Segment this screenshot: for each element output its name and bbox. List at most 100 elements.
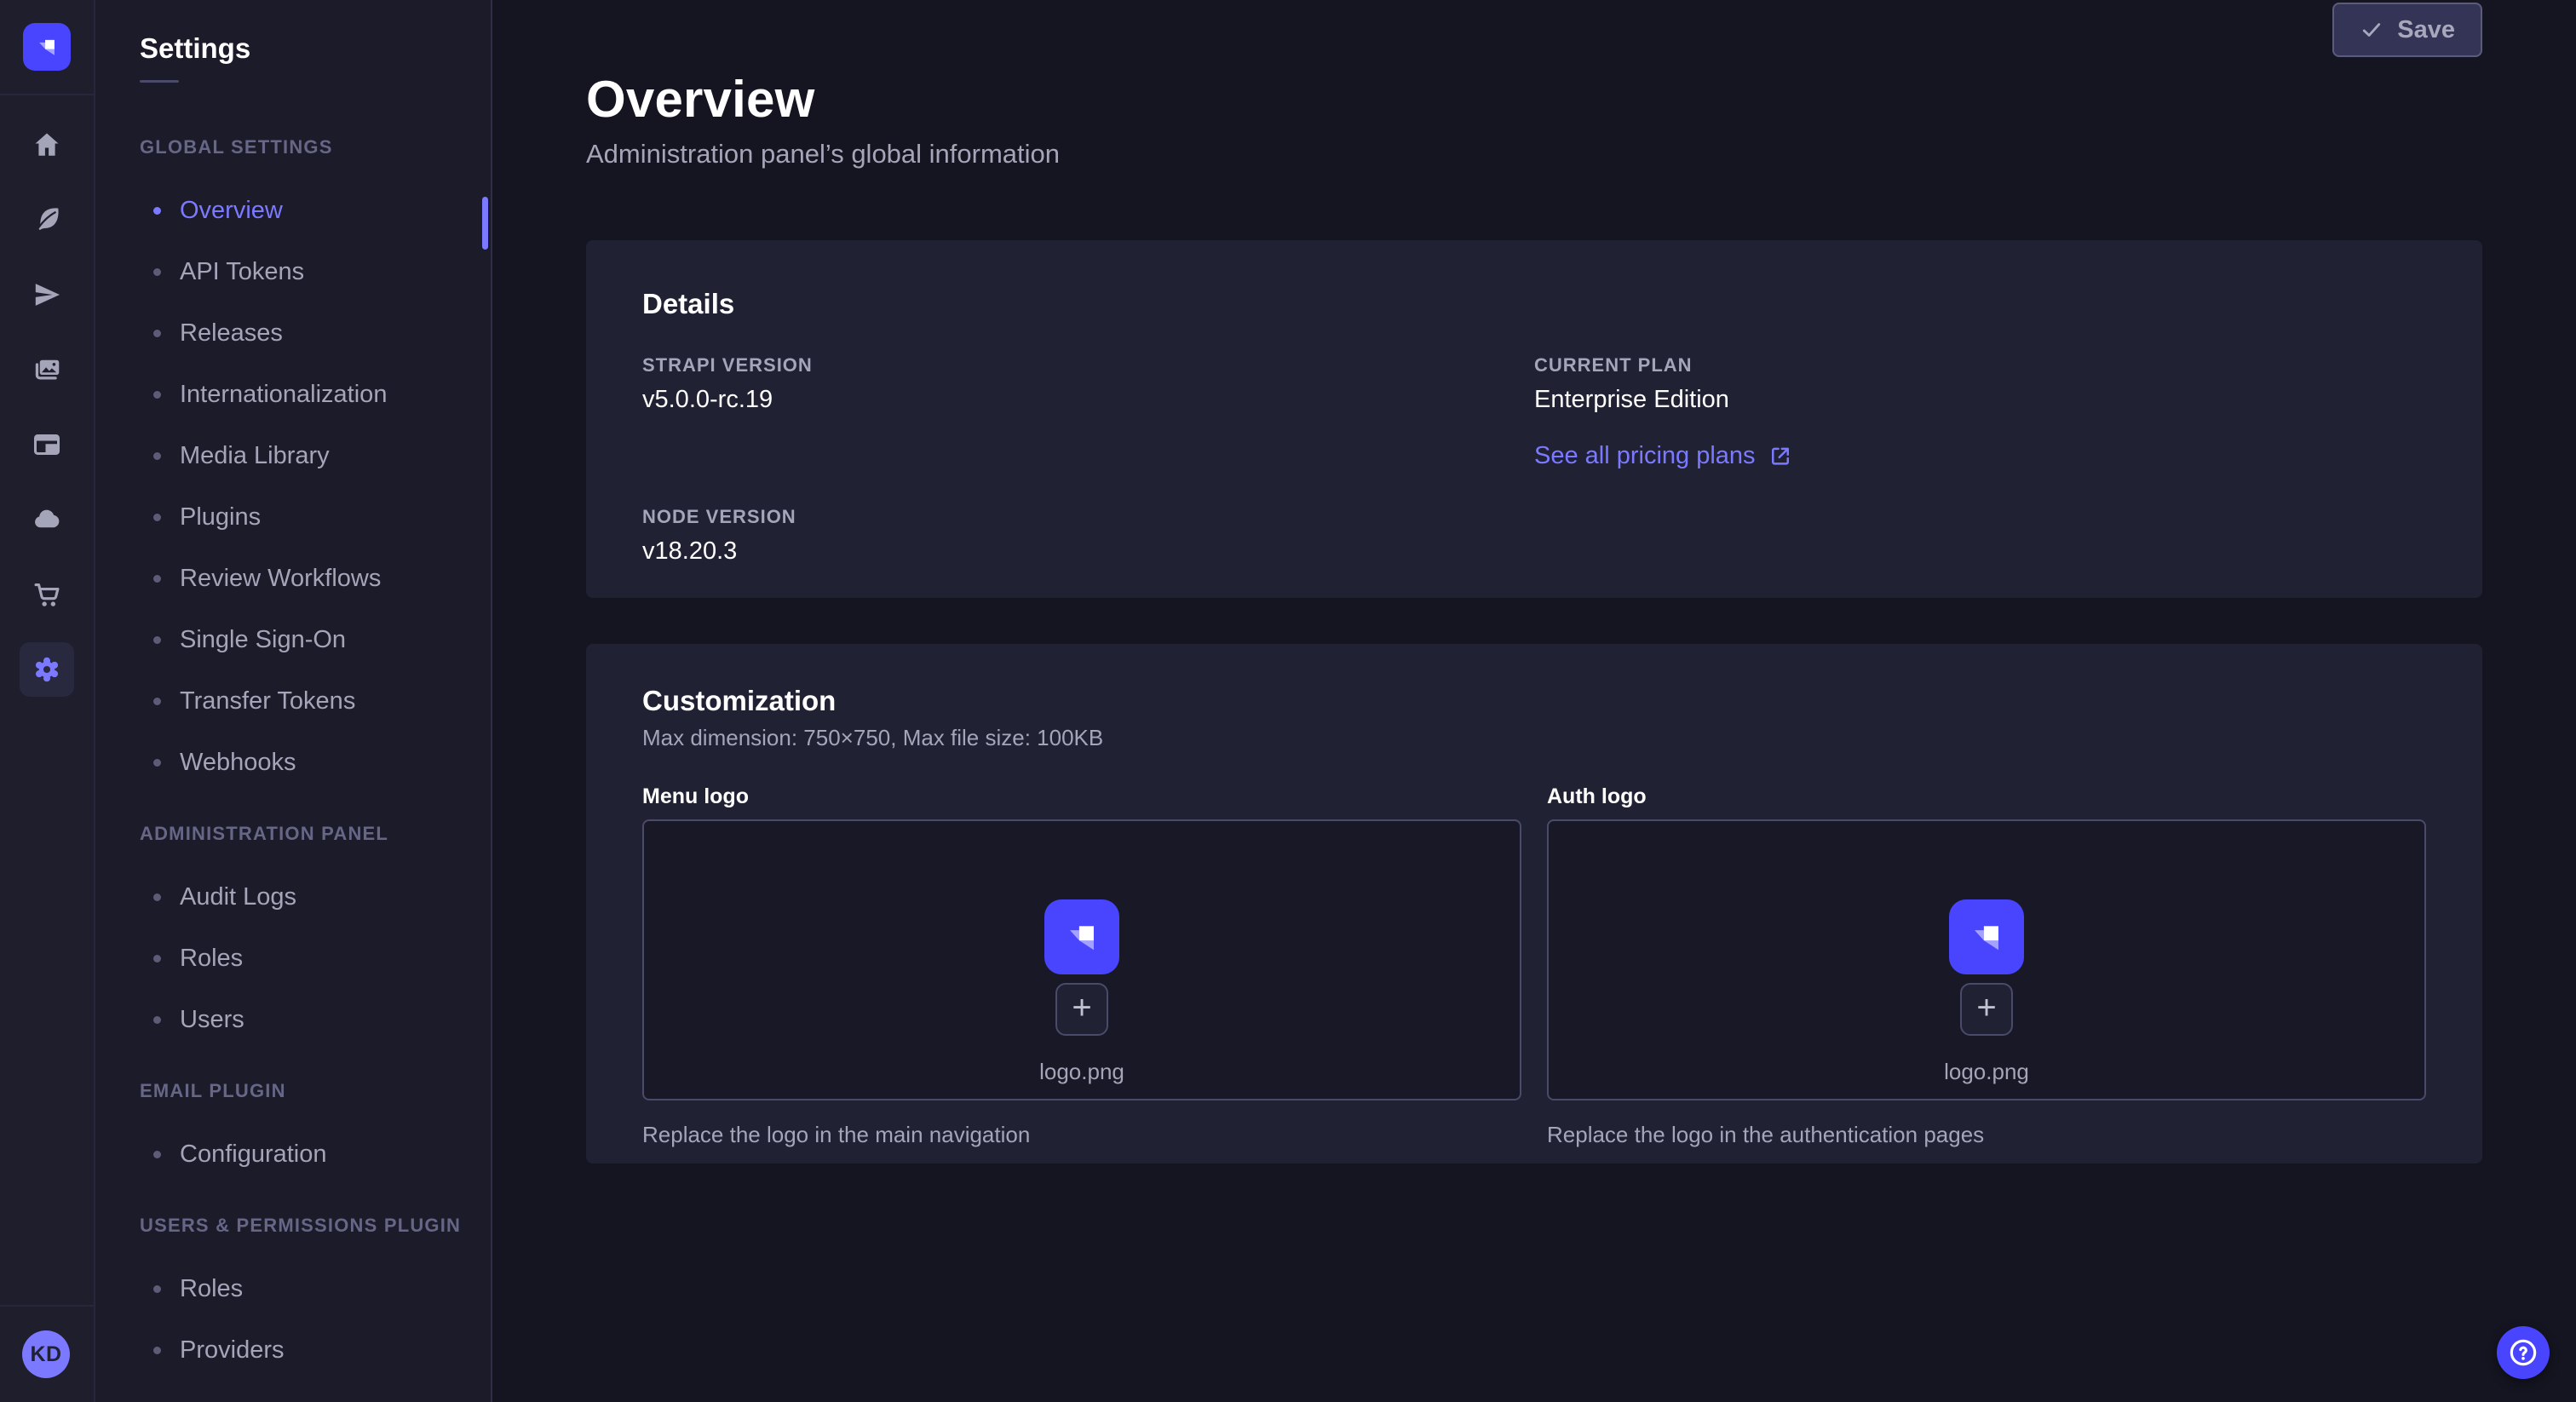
sidebar-item-admin-users[interactable]: Users <box>95 989 491 1050</box>
bullet-icon <box>153 391 161 399</box>
logo-uploads: Menu logo + logo.png Replace the logo <box>642 784 2426 1148</box>
auth-logo-label: Auth logo <box>1547 784 2426 809</box>
item-label: Configuration <box>180 1141 327 1169</box>
sidebar-item-email-configuration[interactable]: Configuration <box>95 1123 491 1185</box>
menu-logo-dropzone: + logo.png <box>642 819 1521 1100</box>
menu-logo-hint: Replace the logo in the main navigation <box>642 1121 1521 1148</box>
item-label: Audit Logs <box>180 883 296 911</box>
sidebar-item-admin-roles[interactable]: Roles <box>95 928 491 989</box>
item-label: Users <box>180 1006 244 1034</box>
main-content: Overview Administration panel’s global i… <box>492 0 2576 1402</box>
feather-icon <box>32 204 62 235</box>
menu-logo-add-button[interactable]: + <box>1055 983 1108 1036</box>
bullet-icon <box>153 207 161 215</box>
sidebar-item-up-providers[interactable]: Providers <box>95 1319 491 1381</box>
sidebar-item-review-workflows[interactable]: Review Workflows <box>95 548 491 609</box>
section-email-plugin: EMAIL PLUGIN Configuration <box>95 1079 491 1185</box>
strapi-mark <box>1061 916 1103 958</box>
sidebar-item-api-tokens[interactable]: API Tokens <box>95 241 491 302</box>
field-value: v18.20.3 <box>642 537 1534 566</box>
pricing-link-label: See all pricing plans <box>1534 441 1756 470</box>
nav-marketplace-button[interactable] <box>20 567 74 622</box>
bullet-icon <box>153 893 161 901</box>
active-item-indicator <box>482 197 488 250</box>
item-label: Internationalization <box>180 381 387 409</box>
rail-divider-bottom <box>0 1305 94 1307</box>
item-label: Releases <box>180 319 283 348</box>
save-button[interactable]: Save <box>2332 3 2482 57</box>
item-label: API Tokens <box>180 258 304 286</box>
auth-logo-filename: logo.png <box>1944 1058 2029 1085</box>
sidebar-item-overview[interactable]: Overview <box>95 180 491 241</box>
bullet-icon <box>153 1285 161 1293</box>
paper-plane-icon <box>32 279 62 310</box>
plus-icon: + <box>1976 991 1996 1025</box>
help-button[interactable] <box>2497 1326 2550 1379</box>
nav-content-type-builder-button[interactable] <box>20 417 74 472</box>
layout-icon <box>32 429 62 460</box>
item-label: Roles <box>180 1275 243 1303</box>
section-header: ADMINISTRATION PANEL <box>140 822 491 846</box>
sidebar-item-single-sign-on[interactable]: Single Sign-On <box>95 609 491 670</box>
bullet-icon <box>153 1347 161 1354</box>
item-label: Roles <box>180 945 243 973</box>
details-title: Details <box>642 288 2426 320</box>
bullet-icon <box>153 759 161 767</box>
section-global-settings: GLOBAL SETTINGS Overview API Tokens Rele… <box>95 135 491 793</box>
pictures-icon <box>32 354 62 385</box>
avatar[interactable]: KD <box>22 1330 70 1378</box>
item-label: Media Library <box>180 442 330 470</box>
nav-deploy-button[interactable] <box>20 267 74 322</box>
field-value: Enterprise Edition <box>1534 385 2426 414</box>
auth-logo-hint: Replace the logo in the authentication p… <box>1547 1121 2426 1148</box>
menu-logo-preview <box>1044 899 1119 974</box>
item-label: Single Sign-On <box>180 626 346 654</box>
menu-logo-label: Menu logo <box>642 784 1521 809</box>
pricing-plans-link[interactable]: See all pricing plans <box>1534 441 1793 470</box>
nav-cloud-button[interactable] <box>20 492 74 547</box>
customization-card: Customization Max dimension: 750×750, Ma… <box>586 644 2482 1164</box>
item-label: Overview <box>180 197 283 225</box>
sidebar-item-webhooks[interactable]: Webhooks <box>95 732 491 793</box>
nav-settings-button[interactable] <box>20 642 74 697</box>
menu-logo-filename: logo.png <box>1039 1058 1124 1085</box>
item-label: Transfer Tokens <box>180 687 355 715</box>
subnav-scroll-area[interactable]: GLOBAL SETTINGS Overview API Tokens Rele… <box>95 83 491 1381</box>
save-label: Save <box>2397 16 2455 44</box>
plus-icon: + <box>1072 991 1091 1025</box>
external-link-icon <box>1768 443 1793 468</box>
home-icon <box>32 129 62 160</box>
bullet-icon <box>153 268 161 276</box>
item-label: Plugins <box>180 503 261 531</box>
item-label: Providers <box>180 1336 285 1365</box>
menu-logo-field: Menu logo + logo.png Replace the logo <box>642 784 1521 1148</box>
bullet-icon <box>153 955 161 962</box>
bullet-icon <box>153 698 161 705</box>
cloud-icon <box>32 504 62 535</box>
strapi-logo-icon[interactable] <box>23 23 71 71</box>
field-value: v5.0.0-rc.19 <box>642 385 1534 414</box>
sidebar-item-transfer-tokens[interactable]: Transfer Tokens <box>95 670 491 732</box>
sidebar-item-releases[interactable]: Releases <box>95 302 491 364</box>
customization-title: Customization <box>642 685 2426 717</box>
sidebar-item-up-roles[interactable]: Roles <box>95 1258 491 1319</box>
auth-logo-add-button[interactable]: + <box>1960 983 2013 1036</box>
field-strapi-version: STRAPI VERSION v5.0.0-rc.19 <box>642 354 1534 470</box>
item-label: Webhooks <box>180 749 296 777</box>
details-card: Details STRAPI VERSION v5.0.0-rc.19 CURR… <box>586 240 2482 598</box>
nav-content-button[interactable] <box>20 192 74 247</box>
strapi-mark <box>33 33 60 60</box>
strapi-admin-app: KD Settings GLOBAL SETTINGS Overview API… <box>0 0 2576 1402</box>
sidebar-item-media-library[interactable]: Media Library <box>95 425 491 486</box>
sidebar-item-audit-logs[interactable]: Audit Logs <box>95 866 491 928</box>
settings-subnav: Settings GLOBAL SETTINGS Overview API To… <box>95 0 492 1402</box>
section-header: USERS & PERMISSIONS PLUGIN <box>140 1214 491 1238</box>
rail-divider-top <box>0 94 94 95</box>
sidebar-item-internationalization[interactable]: Internationalization <box>95 364 491 425</box>
nav-media-library-button[interactable] <box>20 342 74 397</box>
sidebar-item-plugins[interactable]: Plugins <box>95 486 491 548</box>
page-subtitle: Administration panel’s global informatio… <box>586 138 2482 170</box>
page-title: Overview <box>586 72 2482 128</box>
check-icon <box>2360 18 2383 42</box>
nav-home-button[interactable] <box>20 118 74 172</box>
